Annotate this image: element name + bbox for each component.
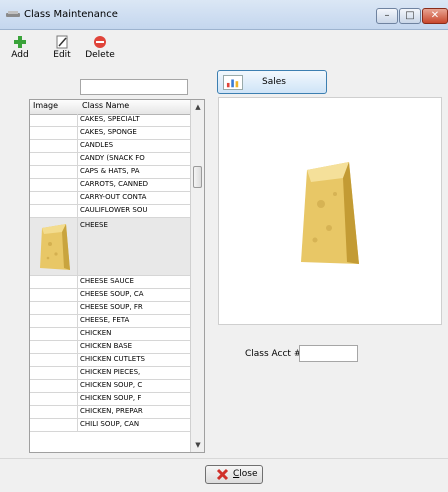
search-input[interactable] — [80, 79, 188, 95]
table-row[interactable]: CAPS & HATS, PA — [30, 166, 190, 179]
class-name-cell: CHEESE SOUP, CA — [80, 290, 144, 298]
class-name-cell: CHICKEN — [80, 329, 112, 337]
class-name-cell: CHEESE SAUCE — [80, 277, 134, 285]
table-row[interactable]: CAKES, SPECIALT — [30, 114, 190, 127]
class-name-cell: CHEESE — [80, 221, 108, 229]
delete-label: Delete — [85, 50, 115, 60]
class-name-cell: CAKES, SPECIALT — [80, 115, 140, 123]
grid-rows: CAKES, SPECIALT CAKES, SPONGE CANDLES CA… — [30, 114, 190, 432]
scroll-down-icon[interactable]: ▼ — [191, 438, 204, 452]
class-name-cell: CAKES, SPONGE — [80, 128, 137, 136]
close-icon: ✕ — [430, 10, 440, 21]
table-row[interactable]: CARRY-OUT CONTA — [30, 192, 190, 205]
table-row[interactable]: CHEESE SOUP, FR — [30, 302, 190, 315]
class-name-cell: CANDY (SNACK FO — [80, 154, 145, 162]
title-bar: Class Maintenance – □ ✕ — [0, 0, 448, 30]
table-row[interactable]: CHEESE SOUP, CA — [30, 289, 190, 302]
edit-label: Edit — [53, 50, 71, 60]
table-row[interactable]: CARROTS, CANNED — [30, 179, 190, 192]
close-x-icon — [216, 468, 229, 481]
minimize-button[interactable]: – — [376, 8, 398, 24]
sales-button[interactable]: Sales — [217, 70, 327, 94]
minimize-icon: – — [384, 10, 390, 21]
table-row[interactable]: CHEESE SAUCE — [30, 276, 190, 289]
table-row[interactable]: CAULIFLOWER SOU — [30, 205, 190, 218]
add-label: Add — [11, 50, 29, 60]
class-name-cell: CAULIFLOWER SOU — [80, 206, 148, 214]
table-row[interactable]: CHICKEN, PREPAR — [30, 406, 190, 419]
table-row[interactable]: CAKES, SPONGE — [30, 127, 190, 140]
table-row[interactable]: CHICKEN — [30, 328, 190, 341]
class-name-cell: CHICKEN, PREPAR — [80, 407, 143, 415]
maximize-button[interactable]: □ — [399, 8, 421, 24]
edit-icon — [56, 35, 68, 49]
close-window-button[interactable]: ✕ — [422, 8, 448, 24]
class-name-cell: CHEESE SOUP, FR — [80, 303, 143, 311]
table-row[interactable]: CHICKEN BASE — [30, 341, 190, 354]
toolbar: Add Edit Delete — [0, 31, 448, 67]
class-name-cell: CHICKEN BASE — [80, 342, 133, 350]
scrollbar-thumb[interactable] — [193, 166, 202, 188]
class-name-cell: CHEESE, FETA — [80, 316, 130, 324]
class-acct-label: Class Acct # — [245, 349, 302, 359]
class-name-cell: CARRY-OUT CONTA — [80, 193, 147, 201]
table-row[interactable]: CHILI SOUP, CAN — [30, 419, 190, 432]
table-row[interactable]: CHICKEN CUTLETS — [30, 354, 190, 367]
class-name-cell: CHILI SOUP, CAN — [80, 420, 140, 428]
class-name-cell: CANDLES — [80, 141, 114, 149]
app-icon — [6, 11, 20, 17]
class-name-cell: CAPS & HATS, PA — [80, 167, 140, 175]
window-title: Class Maintenance — [24, 9, 118, 20]
class-name-cell: CHICKEN SOUP, F — [80, 394, 142, 402]
cheese-image — [301, 162, 359, 264]
maximize-icon: □ — [405, 10, 415, 21]
grid-header: Image Class Name — [30, 100, 190, 115]
close-button[interactable]: Close — [205, 465, 263, 484]
class-grid[interactable]: Image Class Name CAKES, SPECIALT CAKES, … — [29, 99, 205, 453]
plus-icon — [14, 36, 26, 48]
class-name-cell: CHICKEN CUTLETS — [80, 355, 145, 363]
column-header-image[interactable]: Image — [33, 101, 58, 110]
scroll-up-icon[interactable]: ▲ — [191, 100, 204, 114]
table-row[interactable]: CHICKEN PIECES, — [30, 367, 190, 380]
delete-button[interactable]: Delete — [80, 33, 120, 65]
class-image-preview — [218, 97, 442, 325]
table-row[interactable]: CHICKEN SOUP, F — [30, 393, 190, 406]
column-header-class-name[interactable]: Class Name — [82, 101, 129, 110]
cheese-thumbnail — [40, 224, 70, 270]
table-row[interactable]: CANDLES — [30, 140, 190, 153]
class-name-cell: CHICKEN PIECES, — [80, 368, 141, 376]
delete-icon — [94, 36, 106, 48]
grid-scrollbar[interactable]: ▲ ▼ — [190, 100, 204, 452]
sales-label: Sales — [262, 77, 286, 87]
add-button[interactable]: Add — [2, 33, 38, 65]
class-acct-field[interactable] — [299, 345, 358, 362]
table-row[interactable]: CANDY (SNACK FO — [30, 153, 190, 166]
table-row[interactable]: CHICKEN SOUP, C — [30, 380, 190, 393]
class-name-cell: CARROTS, CANNED — [80, 180, 149, 188]
class-name-cell: CHICKEN SOUP, C — [80, 381, 143, 389]
close-label: Close — [233, 469, 258, 479]
table-row-selected[interactable]: CHEESE — [30, 218, 190, 276]
bar-chart-icon — [223, 75, 243, 90]
edit-button[interactable]: Edit — [44, 33, 80, 65]
table-row[interactable]: CHEESE, FETA — [30, 315, 190, 328]
